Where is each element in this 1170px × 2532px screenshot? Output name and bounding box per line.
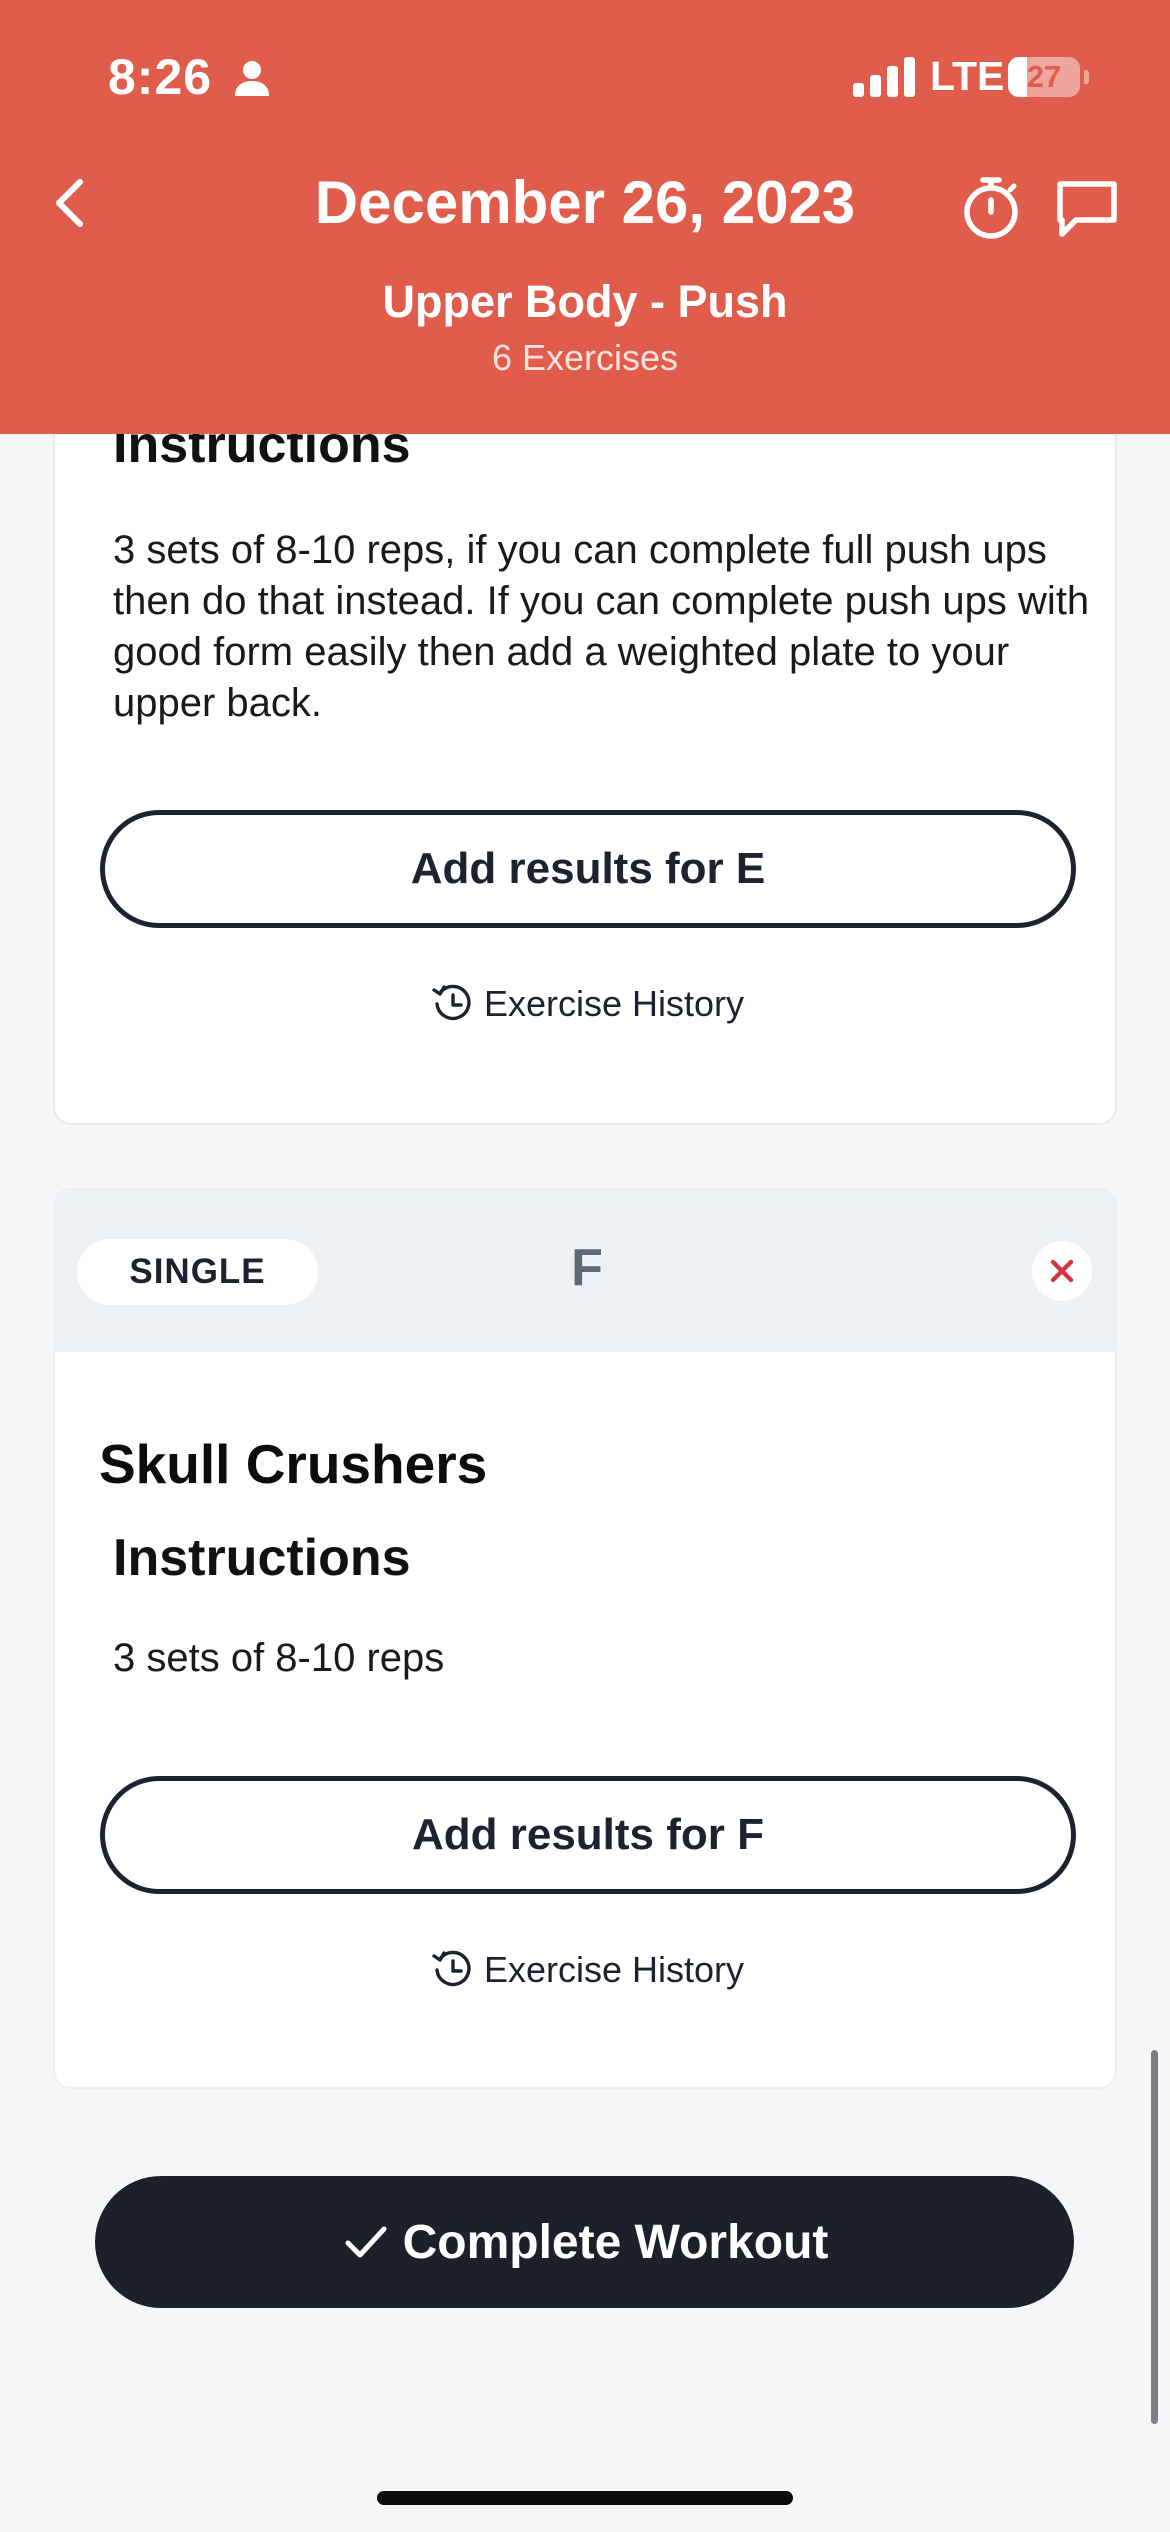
- exercise-card-e: Instructions 3 sets of 8-10 reps, if you…: [53, 380, 1117, 1125]
- workout-name: Upper Body - Push: [382, 276, 788, 327]
- close-icon: [1050, 1259, 1074, 1283]
- battery-level: 27: [1026, 59, 1062, 94]
- workout-header: 8:26 LTE 27 December 26, 2023 Upper Body…: [0, 0, 1170, 434]
- scroll-indicator[interactable]: [1151, 2050, 1158, 2424]
- exercise-letter: F: [571, 1239, 603, 1297]
- exercise-name: Skull Crushers: [99, 1433, 488, 1495]
- network-label: LTE: [930, 53, 1005, 99]
- checkmark-icon: [341, 2217, 391, 2267]
- exercise-history-e-link[interactable]: Exercise History: [55, 981, 1119, 1027]
- status-time: 8:26: [108, 49, 213, 105]
- instructions-text: 3 sets of 8-10 reps, if you can complete…: [113, 528, 1090, 725]
- exercise-count: 6 Exercises: [491, 337, 679, 378]
- battery-cap: [1084, 70, 1089, 84]
- home-indicator[interactable]: [377, 2491, 793, 2505]
- add-results-f-button[interactable]: Add results for F: [100, 1776, 1076, 1894]
- history-icon: [430, 981, 476, 1027]
- remove-exercise-button[interactable]: [1032, 1241, 1092, 1301]
- instructions-heading: Instructions: [113, 1529, 411, 1587]
- signal-icon: [853, 57, 915, 97]
- exercise-history-label: Exercise History: [483, 983, 745, 1024]
- add-results-e-button[interactable]: Add results for E: [100, 810, 1076, 928]
- person-icon: [235, 61, 269, 96]
- exercise-card-header: SINGLE F: [55, 1190, 1115, 1352]
- exercise-card-f: SINGLE F Skull Crushers Instructions 3 s…: [53, 1188, 1117, 2089]
- stopwatch-button[interactable]: [958, 172, 1024, 242]
- exercise-history-f-link[interactable]: Exercise History: [55, 1947, 1115, 1993]
- comment-button[interactable]: [1052, 176, 1122, 242]
- battery-icon: 27: [1008, 57, 1080, 97]
- instructions-text: 3 sets of 8-10 reps: [113, 1636, 445, 1680]
- exercise-history-label: Exercise History: [483, 1949, 745, 1990]
- complete-workout-button[interactable]: Complete Workout: [95, 2176, 1074, 2308]
- history-icon: [430, 1947, 476, 1993]
- complete-workout-label: Complete Workout: [402, 2215, 829, 2269]
